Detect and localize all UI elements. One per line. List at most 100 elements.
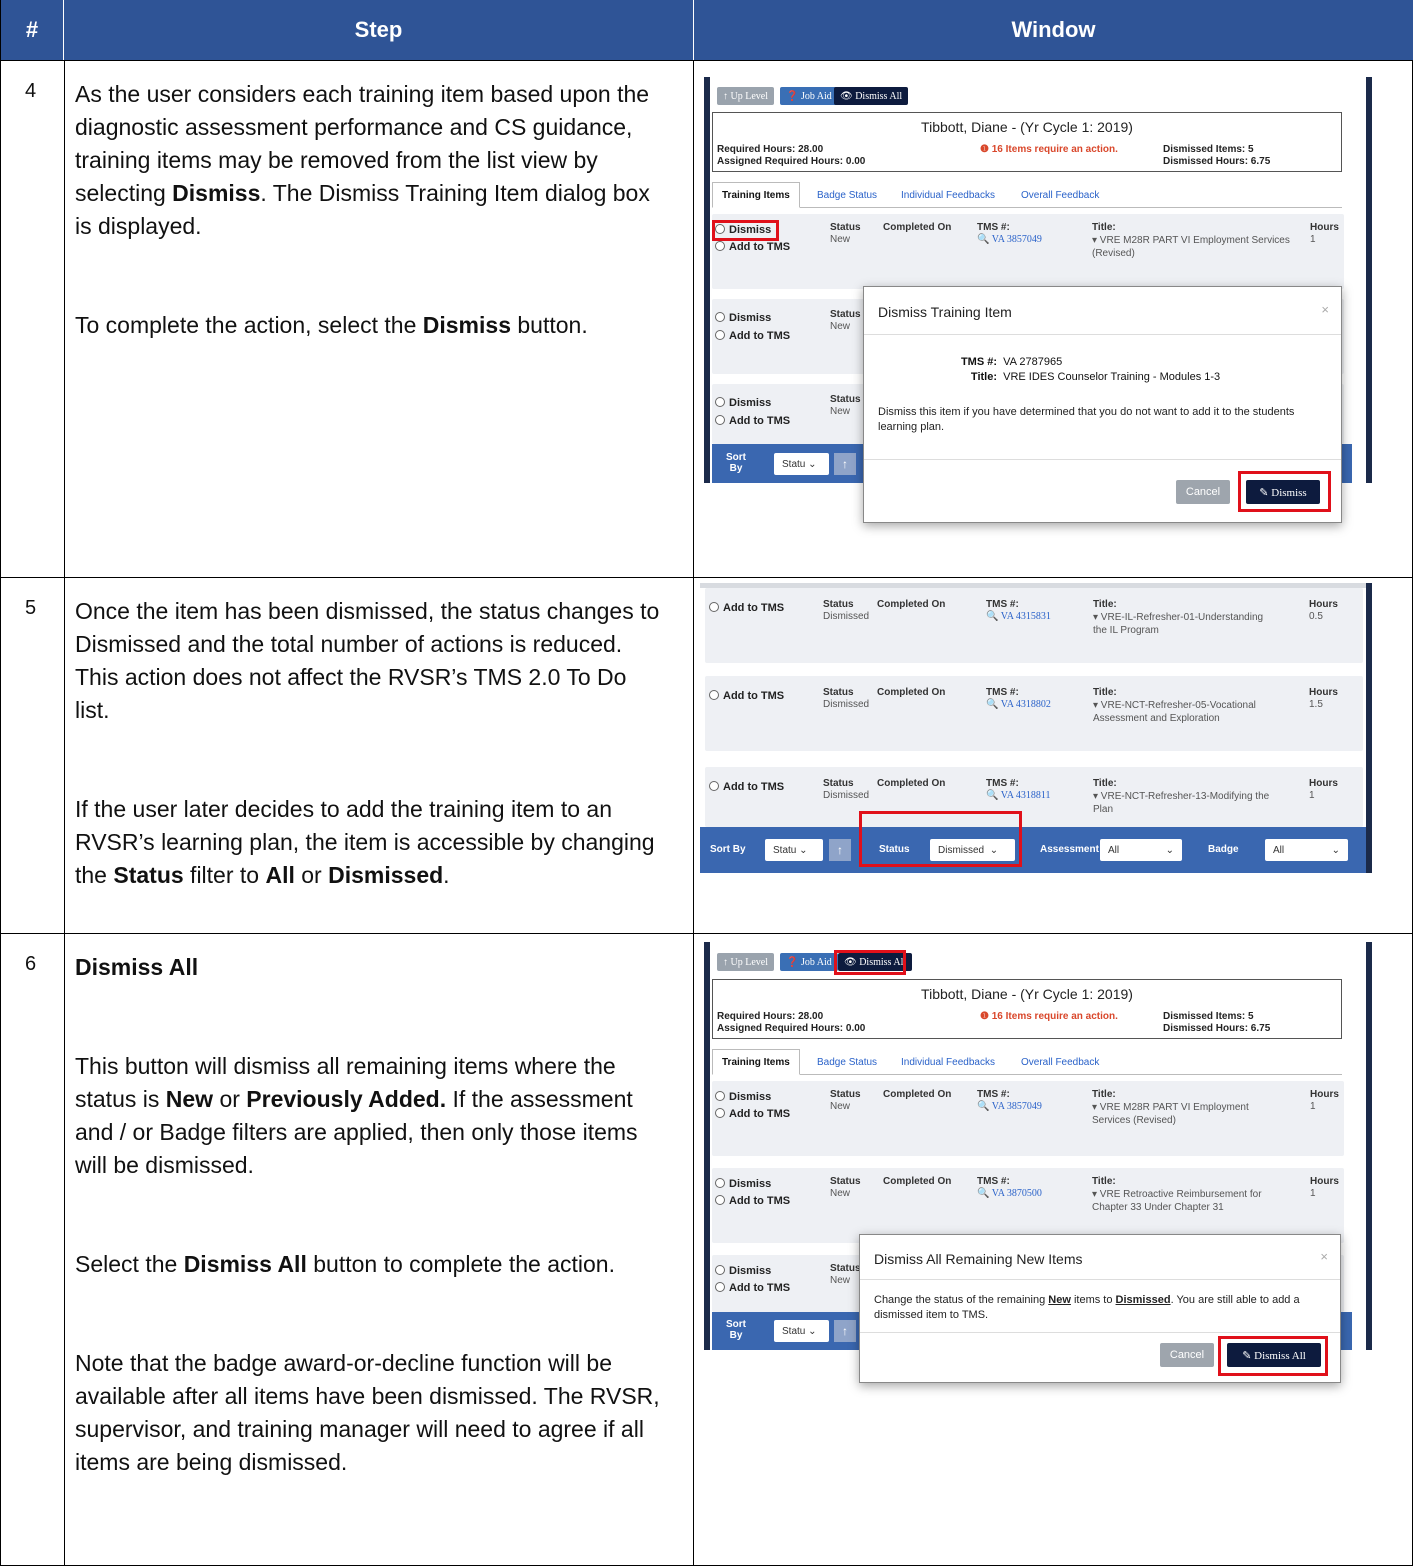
hours-label: Hours: [1310, 1176, 1339, 1187]
sort-select[interactable]: Statu ⌄: [774, 453, 829, 475]
sort-direction-button[interactable]: ↑: [834, 1320, 856, 1342]
up-level-button[interactable]: ↑ Up Level: [717, 953, 774, 971]
tms-number-link[interactable]: 🔍 VA 4318811: [986, 790, 1051, 801]
bold-term: All: [265, 862, 295, 888]
tab-bar: Training Items Badge Status Individual F…: [712, 182, 1342, 208]
add-to-tms-radio[interactable]: Add to TMS: [715, 330, 790, 342]
bold-term: Status: [113, 862, 184, 888]
status-label: Status: [823, 687, 854, 698]
status-value: Dismissed: [823, 790, 870, 801]
status-filter-select[interactable]: Dismissed ⌄: [930, 839, 1015, 861]
sort-direction-button[interactable]: ↑: [834, 453, 856, 475]
close-icon[interactable]: ×: [1320, 1249, 1328, 1264]
status-value: New: [830, 1188, 851, 1199]
sort-select[interactable]: Statu ⌄: [774, 1320, 829, 1342]
add-to-tms-radio[interactable]: Add to TMS: [715, 1195, 790, 1207]
tab-training-items[interactable]: Training Items: [712, 182, 800, 208]
job-aid-button[interactable]: ❓ Job Aid: [780, 87, 838, 105]
assessment-filter-value: All: [1108, 844, 1120, 856]
sort-label: Sort: [726, 452, 746, 463]
status-label: Status: [830, 222, 861, 233]
column-divider: [64, 60, 65, 1566]
add-to-tms-radio[interactable]: Add to TMS: [709, 690, 784, 702]
status-filter-value: Dismissed: [938, 844, 985, 856]
title-line: ▾ VRE Retroactive Reimbursement for: [1092, 1189, 1262, 1200]
dismiss-all-confirm-button[interactable]: ✎ Dismiss All: [1227, 1343, 1321, 1367]
tab-overall-feedback[interactable]: Overall Feedback: [1012, 1049, 1108, 1075]
title-line: Chapter 33 Under Chapter 31: [1092, 1202, 1224, 1213]
item-title[interactable]: ▾ VRE M28R PART VI Employment Services (…: [1092, 234, 1292, 260]
add-to-tms-radio[interactable]: Add to TMS: [715, 1108, 790, 1120]
sort-direction-button[interactable]: ↑: [829, 839, 851, 861]
tms-number-link[interactable]: 🔍 VA 3857049: [977, 1101, 1042, 1112]
row-divider: [1, 933, 1413, 934]
step-number: 5: [25, 597, 37, 619]
dismiss-all-button[interactable]: 👁 Dismiss All: [834, 87, 909, 105]
status-label: Status: [823, 778, 854, 789]
add-to-tms-radio[interactable]: Add to TMS: [709, 602, 784, 614]
sort-select-value: Statu: [782, 1325, 806, 1337]
title-line: Assessment and Exploration: [1093, 713, 1220, 724]
step-title: Dismiss All: [75, 954, 199, 980]
tms-number-link[interactable]: 🔍 VA 3870500: [977, 1188, 1042, 1199]
title-value: VRE IDES Counselor Training - Modules 1-…: [1003, 371, 1221, 383]
item-title[interactable]: ▾ VRE-IL-Refresher-01-Understanding the I…: [1093, 611, 1293, 637]
action-alert: ❶ 16 Items require an action.: [980, 144, 1118, 155]
tms-number-link[interactable]: 🔍 VA 4315831: [986, 611, 1051, 622]
tab-training-items[interactable]: Training Items: [712, 1049, 800, 1075]
tms-number-link[interactable]: 🔍 VA 3857049: [977, 234, 1042, 245]
dismiss-radio[interactable]: Dismiss: [715, 312, 771, 324]
close-icon[interactable]: ×: [1321, 302, 1329, 317]
title-label: Title:: [1092, 222, 1116, 233]
completed-on-label: Completed On: [883, 1089, 952, 1100]
dismiss-radio[interactable]: Dismiss: [715, 1091, 771, 1103]
title-line: the IL Program: [1093, 625, 1159, 636]
add-to-tms-radio[interactable]: Add to TMS: [715, 1282, 790, 1294]
row-divider: [1, 60, 1413, 61]
add-to-tms-radio[interactable]: Add to TMS: [709, 781, 784, 793]
training-item-card: Dismiss Add to TMS Status New Completed …: [712, 1168, 1344, 1243]
add-to-tms-radio[interactable]: Add to TMS: [715, 241, 790, 253]
dismiss-radio[interactable]: Dismiss: [715, 1178, 771, 1190]
frame-edge: [704, 77, 710, 483]
tms-number-link[interactable]: 🔍 VA 4318802: [986, 699, 1051, 710]
dismiss-all-dialog: Dismiss All Remaining New Items × Change…: [859, 1234, 1341, 1383]
title-line: Plan: [1093, 804, 1114, 815]
badge-filter-value: All: [1273, 844, 1285, 856]
item-title[interactable]: ▾ VRE Retroactive Reimbursement for Chapt…: [1092, 1188, 1292, 1214]
tab-overall-feedback[interactable]: Overall Feedback: [1012, 182, 1108, 208]
job-aid-button[interactable]: ❓ Job Aid: [780, 953, 838, 971]
tms-number-label: TMS #:: [977, 1089, 1010, 1100]
status-label: Status: [823, 599, 854, 610]
dismiss-all-button[interactable]: 👁 Dismiss All: [838, 953, 913, 971]
dismiss-radio[interactable]: Dismiss: [715, 397, 771, 409]
item-title[interactable]: ▾ VRE-NCT-Refresher-13-Modifying the Plan: [1093, 790, 1293, 816]
sort-select[interactable]: Statu ⌄: [765, 839, 823, 861]
tab-badge-status[interactable]: Badge Status: [808, 182, 886, 208]
badge-filter-select[interactable]: All ⌄: [1265, 839, 1348, 861]
assessment-filter-select[interactable]: All ⌄: [1100, 839, 1182, 861]
cancel-button[interactable]: Cancel: [1160, 1343, 1214, 1367]
column-divider: [693, 60, 694, 1566]
bold-term: Dismissed: [328, 862, 444, 888]
row-divider: [1, 577, 1413, 578]
assigned-hours: Assigned Required Hours: 0.00: [717, 1023, 866, 1034]
dialog-message: Change the status of the remaining New i…: [874, 1293, 1326, 1323]
dismiss-button[interactable]: ✎ Dismiss: [1246, 480, 1320, 504]
up-level-button[interactable]: ↑ Up Level: [717, 87, 774, 105]
item-title[interactable]: ▾ VRE M28R PART VI Employment Services (R…: [1092, 1101, 1292, 1127]
new-term: New: [1048, 1294, 1071, 1306]
hours-label: Hours: [1310, 222, 1339, 233]
add-to-tms-radio[interactable]: Add to TMS: [715, 415, 790, 427]
dismissed-hours: Dismissed Hours: 6.75: [1163, 156, 1271, 167]
tab-badge-status[interactable]: Badge Status: [808, 1049, 886, 1075]
completed-on-label: Completed On: [883, 222, 952, 233]
cancel-button[interactable]: Cancel: [1176, 480, 1230, 504]
step-text: Once the item has been dismissed, the st…: [75, 595, 665, 892]
item-title[interactable]: ▾ VRE-NCT-Refresher-05-Vocational Assessm…: [1093, 699, 1293, 725]
tab-individual-feedbacks[interactable]: Individual Feedbacks: [892, 1049, 1004, 1075]
tab-individual-feedbacks[interactable]: Individual Feedbacks: [892, 182, 1004, 208]
dismiss-radio[interactable]: Dismiss: [715, 224, 771, 236]
title-label: Title:: [1093, 599, 1117, 610]
dismiss-radio[interactable]: Dismiss: [715, 1265, 771, 1277]
